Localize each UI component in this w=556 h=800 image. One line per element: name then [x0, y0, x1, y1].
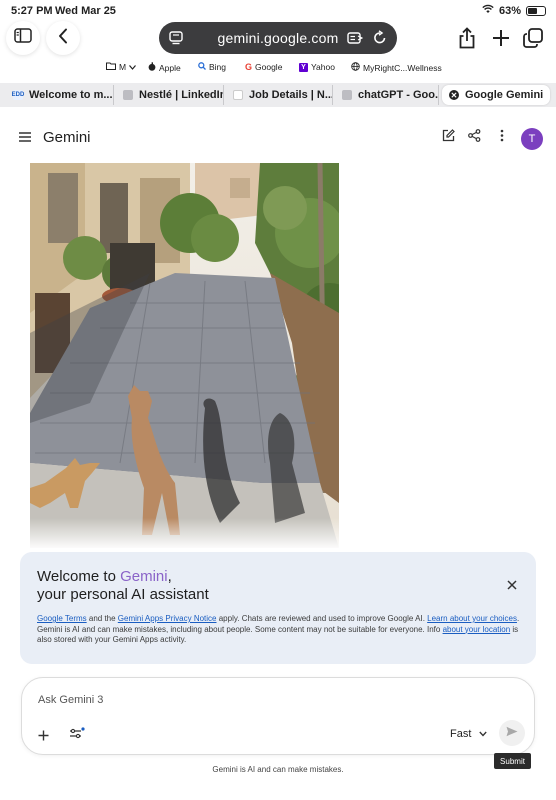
tab-welcome[interactable]: EDD Welcome to m...	[6, 85, 114, 105]
disclaimer-text: Gemini is AI and can make mistakes.	[212, 765, 344, 774]
kebab-menu-icon	[500, 129, 504, 147]
google-icon: G	[245, 62, 253, 72]
gemini-brand-text: Gemini	[120, 568, 168, 585]
welcome-comma: ,	[167, 568, 172, 585]
search-icon	[198, 62, 206, 72]
hamburger-icon	[19, 129, 31, 147]
privacy-notice-link[interactable]: Gemini Apps Privacy Notice	[118, 614, 217, 623]
tab-overview-button[interactable]	[523, 28, 543, 53]
folder-icon	[106, 62, 116, 72]
sidebar-icon	[14, 28, 32, 48]
share-icon	[458, 27, 476, 53]
tools-button[interactable]	[69, 727, 85, 745]
reader-icon[interactable]	[347, 31, 364, 48]
tab-label: Welcome to m...	[29, 89, 113, 101]
tab-label: chatGPT - Goo...	[358, 89, 439, 101]
chevron-left-icon	[58, 28, 68, 49]
yahoo-icon: Y	[299, 62, 308, 72]
bookmark-label: Yahoo	[311, 62, 335, 72]
share-chat-button[interactable]	[466, 129, 482, 147]
model-mode-selector[interactable]: Fast	[450, 728, 488, 740]
tools-sliders-icon	[69, 727, 85, 744]
send-icon	[506, 724, 518, 742]
avatar[interactable]: T	[521, 128, 543, 150]
tab-label: Nestlé | LinkedIn	[139, 89, 224, 101]
tab-label: Job Details | N...	[249, 89, 333, 101]
bookmark-label: M	[119, 62, 127, 72]
close-tab-icon[interactable]: ✕	[449, 90, 459, 100]
learn-choices-link[interactable]: Learn about your choices	[427, 614, 517, 623]
send-button[interactable]	[499, 720, 525, 746]
plus-icon	[492, 30, 510, 51]
tab-linkedin[interactable]: Nestlé | LinkedIn	[116, 85, 224, 105]
status-date: Wed Mar 25	[55, 5, 116, 17]
battery-percent: 63%	[498, 4, 521, 17]
bookmark-yahoo[interactable]: Y Yahoo	[299, 62, 335, 72]
site-favicon-icon	[342, 90, 352, 100]
reload-icon[interactable]	[373, 30, 387, 48]
new-chat-button[interactable]	[440, 129, 456, 147]
bookmark-bing[interactable]: Bing	[198, 62, 226, 72]
bookmark-google[interactable]: G Google	[245, 62, 282, 72]
plus-icon	[38, 728, 49, 745]
bookmark-apple[interactable]: Apple	[148, 62, 181, 73]
new-tab-button[interactable]	[492, 29, 510, 52]
prompt-input[interactable]: Ask Gemini 3	[38, 694, 103, 706]
welcome-subtitle: your personal AI assistant	[37, 586, 209, 603]
share-button[interactable]	[458, 27, 476, 54]
bookmarks-bar: M Apple Bing G Google Y Yahoo MyRightC..…	[0, 62, 556, 78]
site-favicon-icon: EDD	[11, 90, 25, 100]
address-bar[interactable]: gemini.google.com	[159, 22, 397, 54]
dismiss-welcome-button[interactable]	[506, 578, 518, 590]
legal-text: and the	[86, 614, 118, 623]
apple-icon	[148, 62, 156, 73]
location-info-link[interactable]: about your location	[443, 625, 511, 634]
battery-icon	[526, 5, 546, 16]
google-terms-link[interactable]: Google Terms	[37, 614, 87, 623]
uploaded-image[interactable]	[30, 163, 339, 548]
share-nodes-icon	[467, 129, 481, 147]
legal-text: apply. Chats are reviewed and used to im…	[216, 614, 428, 623]
welcome-card: Welcome to Gemini, your personal AI assi…	[20, 552, 536, 664]
tab-chatgpt[interactable]: chatGPT - Goo...	[335, 85, 439, 105]
wifi-icon	[482, 4, 494, 17]
bookmark-label: Google	[255, 62, 283, 72]
status-bar: 5:27 PM Wed Mar 25 63%	[0, 0, 556, 22]
welcome-prefix: Welcome to	[37, 568, 121, 585]
close-icon	[506, 578, 518, 595]
more-options-button[interactable]	[494, 129, 510, 147]
bookmark-m[interactable]: M	[106, 62, 137, 72]
bookmark-label: Apple	[159, 62, 181, 73]
page-menu-icon[interactable]	[169, 31, 183, 48]
tab-google-gemini[interactable]: ✕ Google Gemini	[442, 85, 550, 105]
welcome-heading: Welcome to Gemini, your personal AI assi…	[37, 568, 337, 604]
site-favicon-icon	[233, 90, 243, 100]
sidebar-toggle-button[interactable]	[6, 21, 40, 55]
tab-label: Google Gemini	[465, 89, 544, 101]
back-button[interactable]	[46, 21, 80, 55]
tab-strip: EDD Welcome to m... Nestlé | LinkedIn Jo…	[0, 83, 556, 107]
url-text[interactable]: gemini.google.com	[218, 30, 339, 46]
add-attachment-button[interactable]	[38, 728, 49, 746]
bookmark-label: MyRightC...Wellness	[363, 62, 442, 73]
avatar-letter: T	[528, 133, 536, 145]
legal-notice: Google Terms and the Gemini Apps Privacy…	[37, 614, 522, 646]
page-title: Gemini	[43, 129, 91, 146]
chevron-down-icon	[479, 728, 488, 740]
chevron-down-icon	[129, 62, 137, 72]
tabs-icon	[523, 28, 543, 52]
bookmark-myrightchoice[interactable]: MyRightC...Wellness	[351, 62, 442, 73]
mode-label: Fast	[450, 728, 472, 740]
bookmark-label: Bing	[209, 62, 227, 72]
prompt-composer[interactable]: Ask Gemini 3 Fast	[21, 677, 535, 755]
site-favicon-icon	[123, 90, 133, 100]
main-menu-button[interactable]	[17, 130, 33, 146]
tab-job-details[interactable]: Job Details | N...	[226, 85, 333, 105]
status-right: 63%	[482, 4, 546, 17]
status-time: 5:27 PM	[11, 5, 53, 17]
globe-icon	[351, 62, 360, 73]
edit-icon	[442, 129, 455, 147]
